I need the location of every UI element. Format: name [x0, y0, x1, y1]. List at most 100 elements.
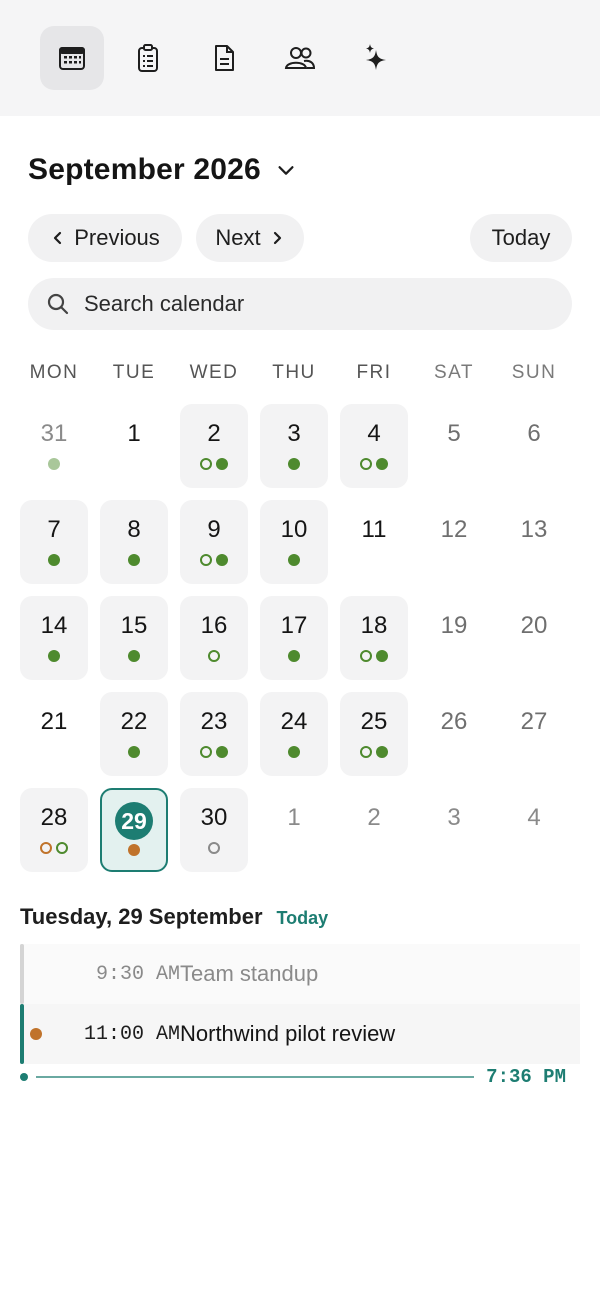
day-number: 31 — [40, 420, 68, 447]
day-cell[interactable]: 6 — [500, 404, 568, 488]
event-dot — [48, 458, 60, 470]
day-cell[interactable]: 1 — [100, 404, 168, 488]
event-dot — [208, 842, 220, 854]
day-number: 15 — [120, 612, 148, 639]
day-cell[interactable]: 11 — [340, 500, 408, 584]
day-number: 13 — [520, 516, 548, 543]
event-title: Northwind pilot review — [180, 1021, 396, 1046]
weekday-tue: TUE — [112, 362, 156, 383]
agenda-today-badge: Today — [276, 908, 329, 928]
assistant-view-button[interactable] — [344, 26, 408, 90]
calendar-icon — [59, 47, 85, 70]
day-cell[interactable]: 8 — [100, 500, 168, 584]
day-cell[interactable]: 26 — [420, 692, 488, 776]
event-dots — [20, 842, 88, 854]
search-icon — [47, 293, 69, 315]
day-cell[interactable]: 23 — [180, 692, 248, 776]
event-dot — [200, 458, 212, 470]
day-cell-selected[interactable]: 29 — [100, 788, 168, 872]
day-cell[interactable]: 16 — [180, 596, 248, 680]
day-number: 25 — [360, 708, 388, 735]
event-dot — [376, 650, 388, 662]
event-color-bar — [20, 1004, 24, 1064]
day-number: 20 — [520, 612, 548, 639]
day-cell[interactable]: 14 — [20, 596, 88, 680]
day-cell[interactable]: 18 — [340, 596, 408, 680]
day-number: 3 — [447, 804, 461, 831]
day-cell[interactable]: 13 — [500, 500, 568, 584]
day-cell[interactable]: 22 — [100, 692, 168, 776]
day-number: 24 — [280, 708, 308, 735]
day-cell[interactable]: 2 — [340, 788, 408, 872]
day-cell[interactable]: 20 — [500, 596, 568, 680]
event-dot — [288, 650, 300, 662]
day-cell[interactable]: 9 — [180, 500, 248, 584]
event-dots — [260, 554, 328, 566]
tasks-view-button[interactable] — [116, 26, 180, 90]
today-label: Today — [491, 225, 551, 250]
day-number: 7 — [47, 516, 61, 543]
previous-button[interactable]: Previous — [28, 214, 182, 262]
day-cell[interactable]: 10 — [260, 500, 328, 584]
day-cell[interactable]: 19 — [420, 596, 488, 680]
day-number: 14 — [40, 612, 68, 639]
current-time-indicator: 7:36 PM — [20, 1066, 580, 1088]
day-cell[interactable]: 5 — [420, 404, 488, 488]
people-icon — [284, 47, 316, 69]
event-dots — [100, 746, 168, 758]
day-cell[interactable]: 17 — [260, 596, 328, 680]
next-button[interactable]: Next — [196, 214, 304, 262]
agenda-header: Tuesday, 29 September Today — [20, 904, 328, 930]
day-number: 12 — [440, 516, 468, 543]
event-dots — [180, 650, 248, 662]
day-cell[interactable]: 3 — [260, 404, 328, 488]
event-dot — [360, 650, 372, 662]
event-dot — [360, 458, 372, 470]
event-dot — [128, 844, 140, 856]
calendar-view-button[interactable] — [40, 26, 104, 90]
top-toolbar — [0, 0, 600, 116]
event-dots — [340, 650, 408, 662]
event-dots — [180, 746, 248, 758]
chevron-down-icon — [278, 166, 294, 175]
search-input[interactable] — [84, 291, 524, 317]
day-cell[interactable]: 15 — [100, 596, 168, 680]
day-cell[interactable]: 4 — [500, 788, 568, 872]
day-number: 4 — [367, 420, 381, 447]
event-title: Team standup — [180, 961, 319, 986]
event-item[interactable]: 11:00 AM Northwind pilot review — [20, 1004, 580, 1064]
event-dots — [100, 650, 168, 662]
contacts-view-button[interactable] — [268, 26, 332, 90]
day-cell[interactable]: 4 — [340, 404, 408, 488]
event-dot — [200, 746, 212, 758]
day-cell[interactable]: 2 — [180, 404, 248, 488]
today-button[interactable]: Today — [470, 214, 572, 262]
search-bar[interactable] — [28, 278, 572, 330]
previous-label: Previous — [74, 225, 160, 250]
event-dot — [216, 554, 228, 566]
day-cell[interactable]: 30 — [180, 788, 248, 872]
day-cell[interactable]: 25 — [340, 692, 408, 776]
event-time: 9:30 AM — [95, 962, 180, 986]
event-dot — [288, 746, 300, 758]
day-cell[interactable]: 27 — [500, 692, 568, 776]
event-dots — [340, 746, 408, 758]
day-cell[interactable]: 1 — [260, 788, 328, 872]
weekday-sun: SUN — [511, 362, 557, 383]
notes-view-button[interactable] — [192, 26, 256, 90]
day-number: 11 — [361, 516, 387, 543]
event-dot — [48, 554, 60, 566]
day-cell[interactable]: 21 — [20, 692, 88, 776]
event-dot — [288, 554, 300, 566]
day-cell[interactable]: 12 — [420, 500, 488, 584]
day-cell[interactable]: 28 — [20, 788, 88, 872]
month-selector[interactable]: September 2026 — [28, 148, 297, 192]
day-cell[interactable]: 24 — [260, 692, 328, 776]
day-cell[interactable]: 3 — [420, 788, 488, 872]
day-cell[interactable]: 31 — [20, 404, 88, 488]
next-label: Next — [215, 225, 261, 250]
event-item[interactable]: 9:30 AM Team standup — [20, 944, 580, 1004]
day-cell[interactable]: 7 — [20, 500, 88, 584]
event-dot — [288, 458, 300, 470]
current-time-label: 7:36 PM — [486, 1066, 566, 1088]
